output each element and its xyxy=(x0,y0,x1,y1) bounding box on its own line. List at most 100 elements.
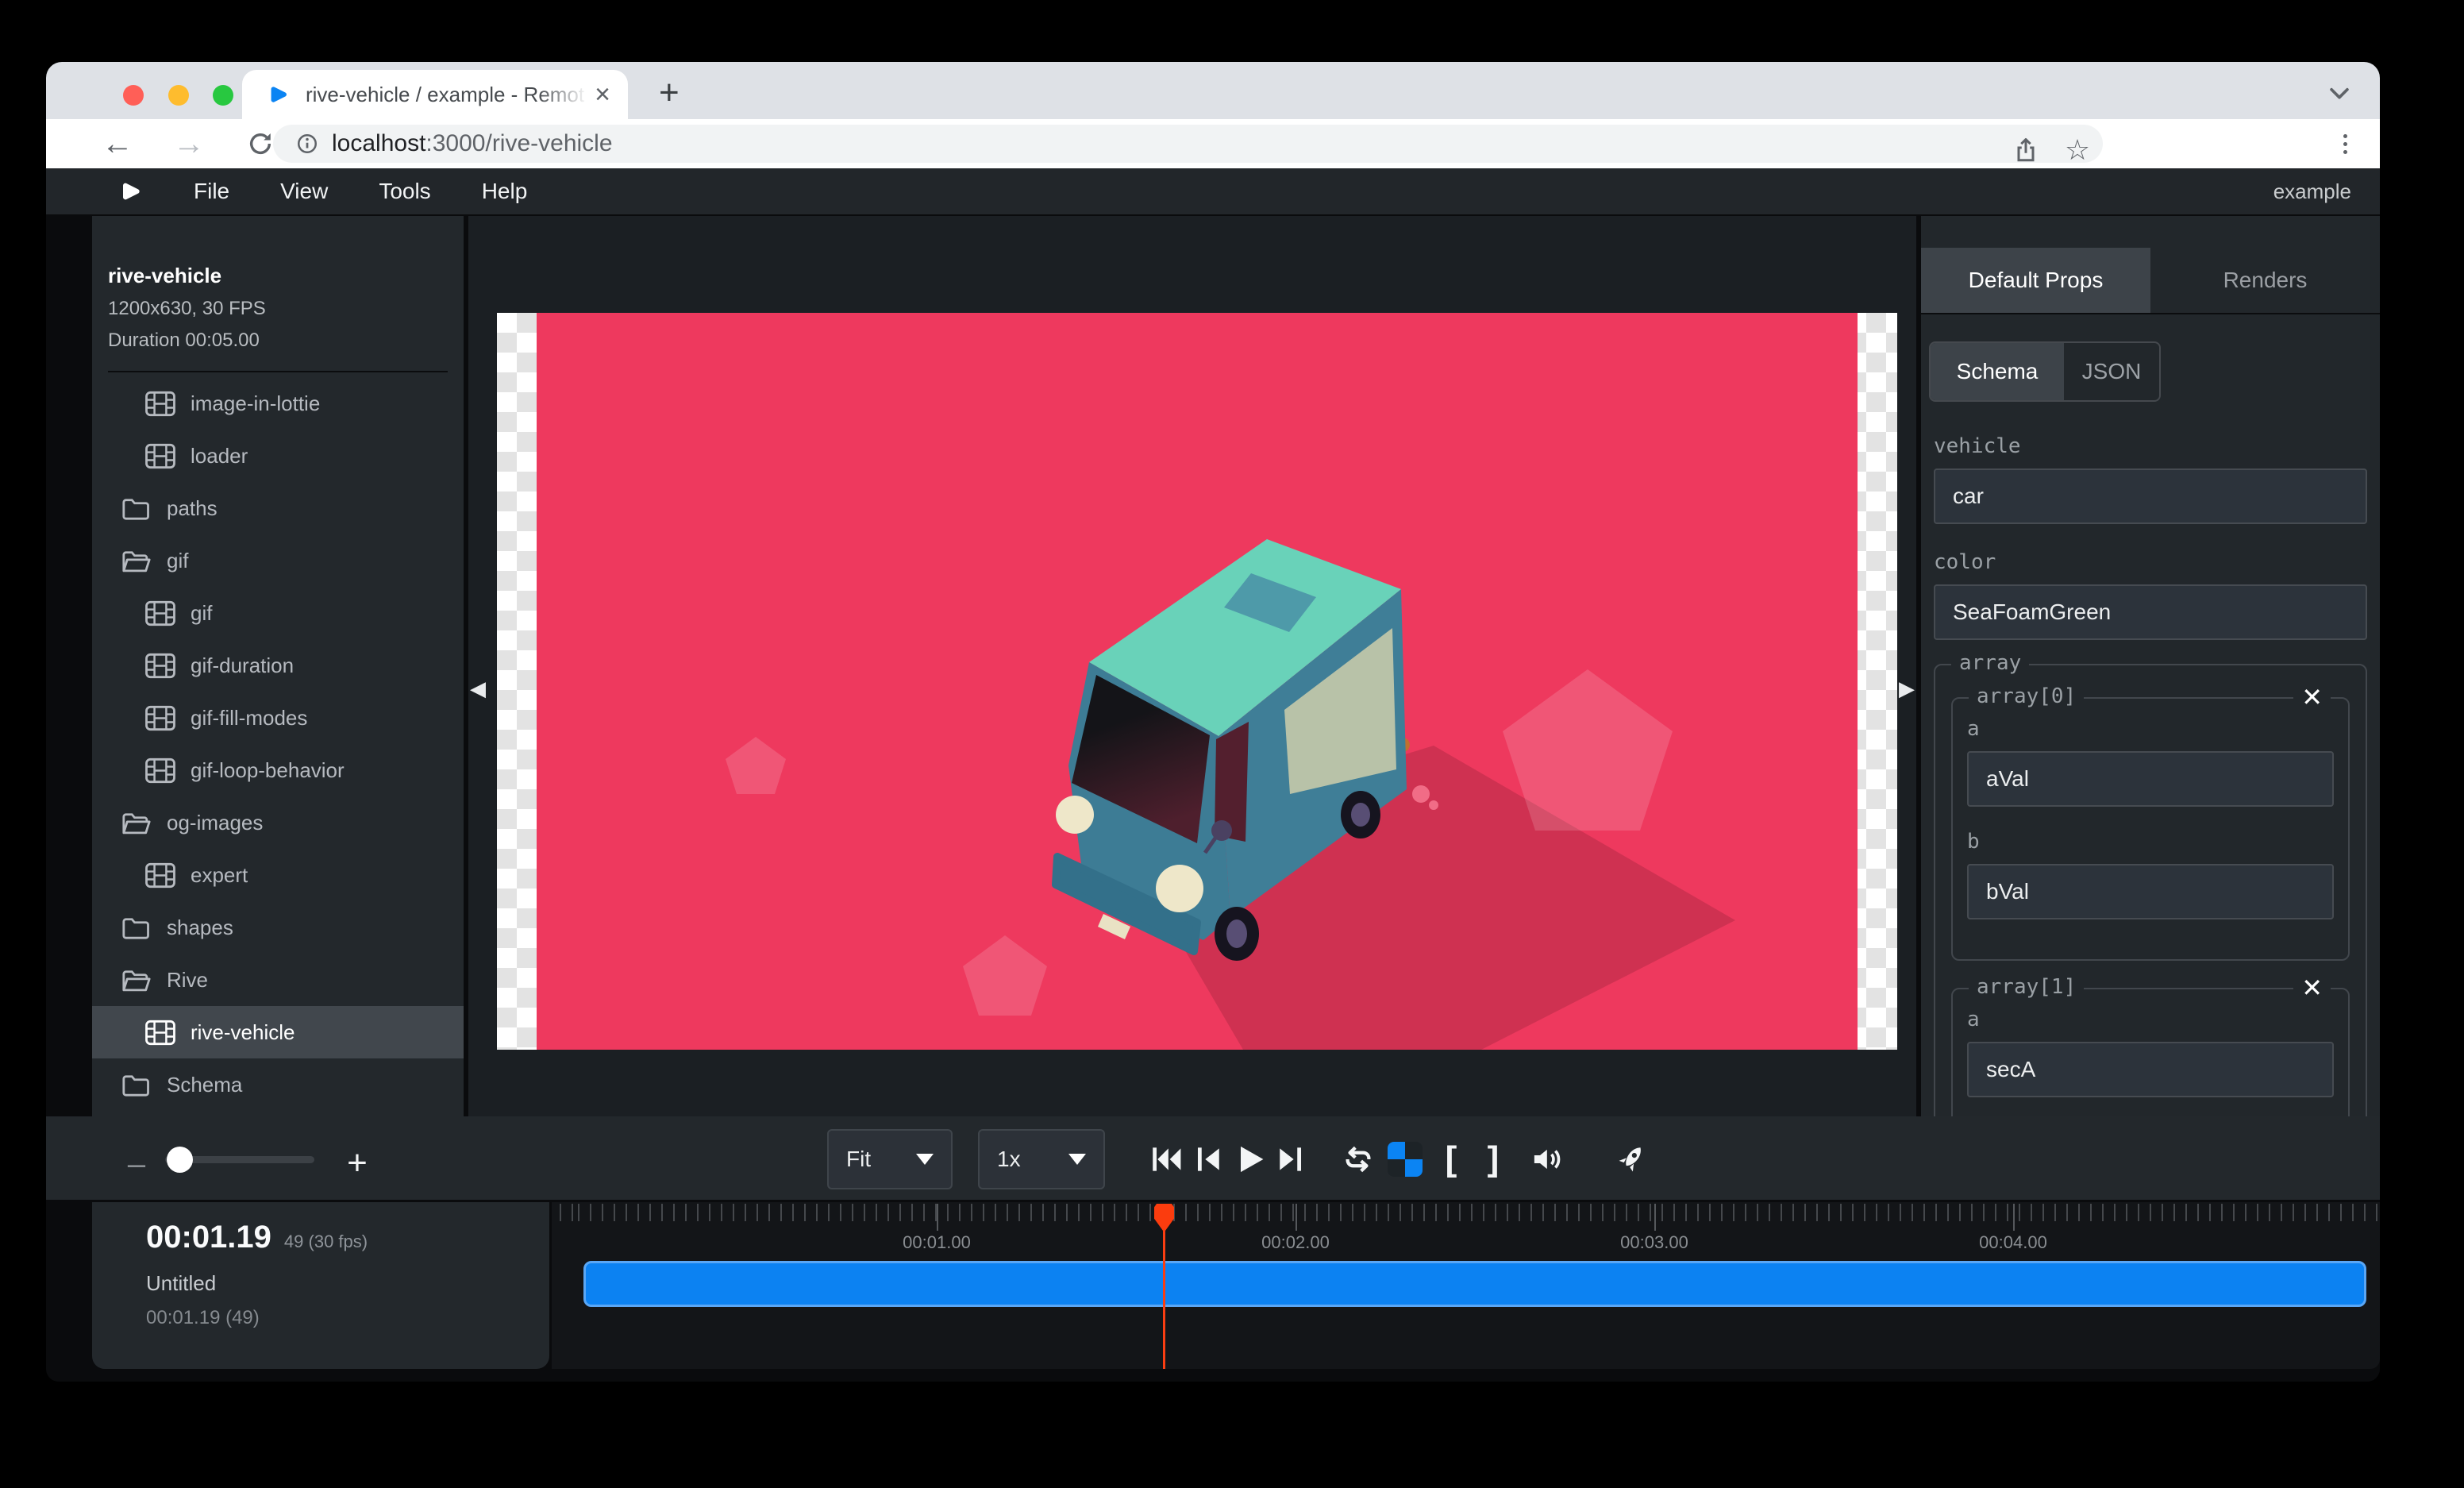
new-tab-button[interactable]: + xyxy=(659,73,680,113)
folder-open-icon xyxy=(121,548,152,574)
skip-to-start-button[interactable] xyxy=(1149,1142,1184,1177)
fit-select[interactable]: Fit xyxy=(827,1129,953,1189)
tab-search-chevron-icon[interactable] xyxy=(2326,79,2353,106)
tab-renders[interactable]: Renders xyxy=(2150,248,2380,313)
mute-toggle-button[interactable] xyxy=(1530,1142,1565,1177)
zoom-in-button[interactable]: + xyxy=(343,1143,372,1183)
play-button[interactable] xyxy=(1232,1142,1267,1177)
sidebar-folder-gif[interactable]: gif xyxy=(92,534,464,587)
out-point-button[interactable]: ] xyxy=(1481,1142,1505,1177)
sidebar-folder-paths[interactable]: paths xyxy=(92,482,464,534)
menu-help[interactable]: Help xyxy=(482,179,528,204)
sidebar-item-loader[interactable]: loader xyxy=(92,430,464,482)
folder-icon xyxy=(121,1072,152,1098)
chevron-down-icon xyxy=(1068,1154,1086,1165)
collapse-right-panel-icon[interactable]: ▶ xyxy=(1899,677,1915,701)
back-button[interactable]: ← xyxy=(95,119,140,168)
zoom-out-button[interactable]: – xyxy=(122,1147,151,1182)
loop-toggle-button[interactable] xyxy=(1341,1142,1376,1177)
composition-meta: 1200x630, 30 FPS xyxy=(108,298,448,320)
ruler-major-tick xyxy=(937,1204,938,1231)
menu-file[interactable]: File xyxy=(194,179,229,204)
remotion-logo-icon[interactable] xyxy=(117,179,143,204)
forward-button[interactable]: → xyxy=(167,119,211,168)
tab-close-icon[interactable]: × xyxy=(595,81,610,108)
array-0-b-input[interactable]: bVal xyxy=(1967,864,2334,919)
toggle-json[interactable]: JSON xyxy=(2064,343,2159,400)
ruler-label: 00:02.00 xyxy=(1232,1232,1359,1253)
traffic-zoom-button[interactable] xyxy=(213,85,233,106)
transparency-checkerboard-toggle[interactable] xyxy=(1388,1142,1423,1177)
array-0-a-input[interactable]: aVal xyxy=(1967,751,2334,807)
chevron-down-icon xyxy=(916,1154,934,1165)
menu-view[interactable]: View xyxy=(280,179,328,204)
array-fieldset: array array[0] ✕ a aVal b bVal array[1] … xyxy=(1934,664,2367,1116)
array-1-a-input[interactable]: secA xyxy=(1967,1042,2334,1097)
vehicle-artwork xyxy=(497,313,1897,1050)
composition-list: image-in-lottie loader paths gif gif gif… xyxy=(92,372,464,1111)
sidebar-folder-shapes[interactable]: shapes xyxy=(92,901,464,954)
timeline-track-area[interactable]: 00:01.00 00:02.00 00:03.00 00:04.00 xyxy=(552,1202,2380,1369)
skip-to-end-button[interactable] xyxy=(1273,1142,1308,1177)
sidebar-item-gif-duration[interactable]: gif-duration xyxy=(92,639,464,692)
tab-default-props[interactable]: Default Props xyxy=(1921,248,2150,313)
ruler-label: 00:03.00 xyxy=(1591,1232,1718,1253)
sidebar-folder-schema[interactable]: Schema xyxy=(92,1058,464,1111)
playhead-handle[interactable] xyxy=(1154,1204,1174,1232)
color-input[interactable]: SeaFoamGreen xyxy=(1934,584,2367,640)
render-rocket-button[interactable] xyxy=(1614,1142,1649,1177)
previous-frame-button[interactable] xyxy=(1191,1142,1226,1177)
track-name: Untitled xyxy=(146,1271,549,1296)
zoom-slider-knob[interactable] xyxy=(167,1147,193,1173)
folder-icon xyxy=(121,915,152,941)
ruler-major-tick xyxy=(2013,1204,2015,1231)
menu-tools[interactable]: Tools xyxy=(379,179,430,204)
sidebar-item-gif[interactable]: gif xyxy=(92,587,464,639)
sidebar-item-rive-vehicle[interactable]: rive-vehicle xyxy=(92,1006,464,1058)
url-host: localhost xyxy=(332,130,425,157)
collapse-left-panel-icon[interactable]: ◀ xyxy=(470,677,486,701)
array-item-1-label: array[1] xyxy=(1969,975,2084,999)
speed-select-value: 1x xyxy=(997,1147,1021,1172)
toggle-schema[interactable]: Schema xyxy=(1931,343,2064,400)
timeline-ruler[interactable] xyxy=(552,1204,2380,1221)
props-panel: Default Props Renders Schema JSON vehicl… xyxy=(1921,216,2380,1116)
site-info-icon[interactable] xyxy=(295,132,319,156)
browser-toolbar: ← → localhost:3000/rive-vehicle ☆ xyxy=(46,119,2380,168)
bookmark-star-icon[interactable]: ☆ xyxy=(2063,136,2092,164)
sidebar-item-image-in-lottie[interactable]: image-in-lottie xyxy=(92,377,464,430)
desktop: rive-vehicle / example - Remot × + ← → l… xyxy=(0,0,2464,1488)
sidebar-folder-rive[interactable]: Rive xyxy=(92,954,464,1006)
film-icon xyxy=(144,1020,176,1046)
sidebar-item-gif-loop-behavior[interactable]: gif-loop-behavior xyxy=(92,744,464,796)
track-duration: 00:01.19 (49) xyxy=(146,1307,549,1329)
sidebar-item-expert[interactable]: expert xyxy=(92,849,464,901)
field-label-a: a xyxy=(1967,715,2334,743)
composition-canvas[interactable] xyxy=(497,313,1897,1050)
folder-icon xyxy=(121,495,152,522)
sidebar-item-gif-fill-modes[interactable]: gif-fill-modes xyxy=(92,692,464,744)
timeline-track-bar[interactable] xyxy=(583,1261,2366,1307)
remove-array-item-icon[interactable]: ✕ xyxy=(2293,683,2331,711)
timeline: 00:01.19 49 (30 fps) Untitled 00:01.19 (… xyxy=(46,1202,2380,1382)
traffic-minimize-button[interactable] xyxy=(168,85,189,106)
browser-menu-icon[interactable] xyxy=(2331,129,2359,158)
project-info: rive-vehicle 1200x630, 30 FPS Duration 0… xyxy=(92,216,464,372)
current-frame-info: 49 (30 fps) xyxy=(284,1232,368,1255)
props-fields: vehicle car color SeaFoamGreen array arr… xyxy=(1934,432,2367,1116)
remove-array-item-icon[interactable]: ✕ xyxy=(2293,973,2331,1002)
film-icon xyxy=(144,391,176,417)
traffic-close-button[interactable] xyxy=(123,85,144,106)
field-label-b: b xyxy=(1967,827,2334,856)
share-icon[interactable] xyxy=(2012,136,2040,164)
fit-select-value: Fit xyxy=(846,1147,871,1172)
speed-select[interactable]: 1x xyxy=(978,1129,1105,1189)
address-bar[interactable]: localhost:3000/rive-vehicle ☆ xyxy=(273,125,2103,163)
in-point-button[interactable]: [ xyxy=(1439,1142,1463,1177)
project-name-label: example xyxy=(2273,179,2351,204)
current-timecode: 00:01.19 xyxy=(146,1220,271,1255)
folder-open-icon xyxy=(121,810,152,836)
vehicle-input[interactable]: car xyxy=(1934,468,2367,524)
browser-tab[interactable]: rive-vehicle / example - Remot × xyxy=(242,70,628,119)
sidebar-folder-og-images[interactable]: og-images xyxy=(92,796,464,849)
